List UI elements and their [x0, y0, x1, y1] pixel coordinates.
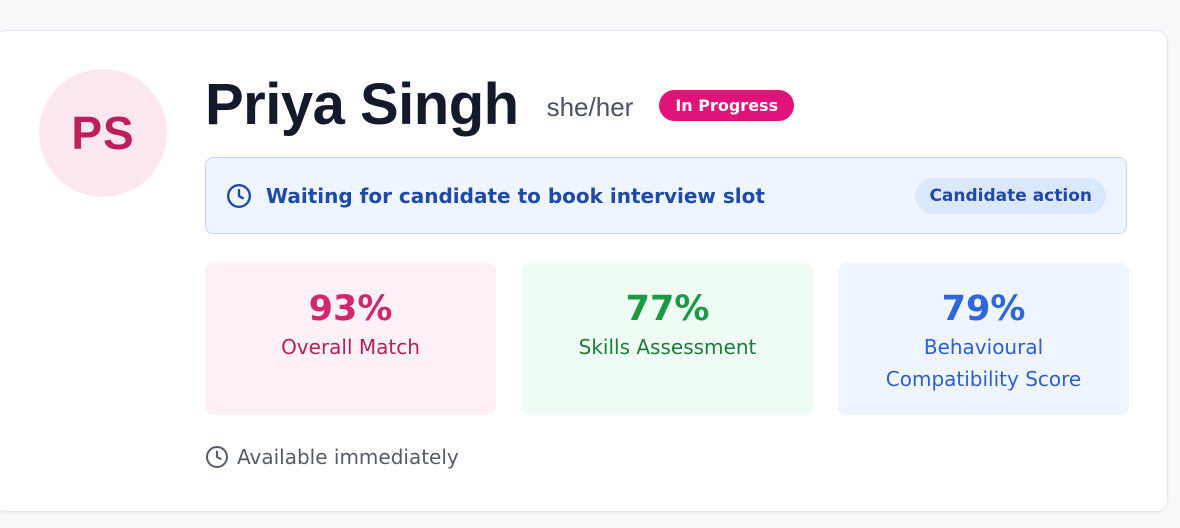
avatar-initials: PS	[71, 107, 135, 159]
status-badge: In Progress	[659, 89, 795, 121]
availability-text: Available immediately	[237, 445, 459, 469]
metric-value: 93%	[308, 289, 393, 329]
metric-value: 79%	[941, 289, 1026, 329]
candidate-name: Priya Singh	[205, 71, 519, 137]
metric-label: Overall Match	[281, 335, 420, 359]
metric-label-line2: Compatibility Score	[885, 367, 1082, 391]
candidate-card: PS Priya Singh she/her In Progress Waiti…	[0, 30, 1168, 512]
metric-label-line1: Behavioural	[923, 335, 1044, 359]
candidate-pronouns: she/her	[546, 91, 634, 122]
metric-value: 77%	[625, 289, 710, 329]
candidate-header: Priya Singh she/her In Progress	[205, 69, 795, 139]
status-message: Waiting for candidate to book interview …	[266, 183, 765, 208]
clock-icon	[226, 183, 252, 208]
metric-label: Skills Assessment	[578, 335, 757, 359]
status-banner: Waiting for candidate to book interview …	[205, 157, 1127, 234]
metric-skills-assessment: 77% Skills Assessment	[522, 263, 813, 415]
candidate-action-chip[interactable]: Candidate action	[915, 177, 1106, 214]
metric-behavioural-compatibility: 79% Behavioural Compatibility Score	[838, 263, 1129, 415]
availability: Available immediately	[205, 445, 459, 469]
avatar: PS	[39, 69, 167, 197]
metric-overall-match: 93% Overall Match	[205, 263, 496, 415]
clock-icon	[206, 446, 228, 468]
